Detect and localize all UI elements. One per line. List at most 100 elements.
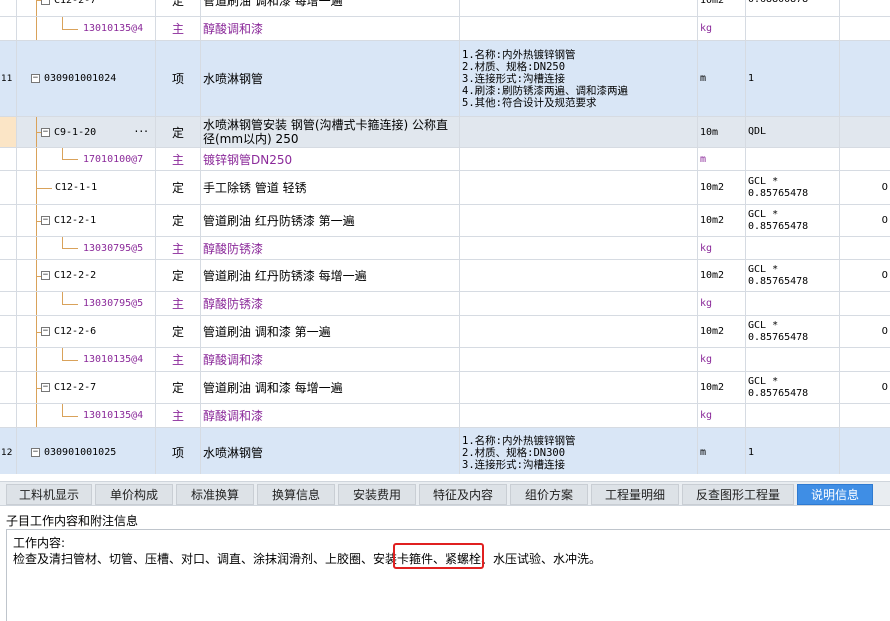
- tab-features[interactable]: 特征及内容: [419, 484, 507, 505]
- item-type: 项: [171, 72, 184, 86]
- feature-cell[interactable]: [460, 316, 698, 347]
- tab-description[interactable]: 说明信息: [797, 484, 873, 505]
- quantity-cell[interactable]: [746, 292, 840, 315]
- collapse-icon[interactable]: −: [41, 127, 50, 137]
- name-cell[interactable]: 醇酸防锈漆: [201, 237, 460, 259]
- quantity-cell[interactable]: [746, 17, 840, 40]
- table-row[interactable]: 13030795@5 主 醇酸防锈漆 kg: [0, 237, 890, 260]
- name-cell[interactable]: 水喷淋钢管: [201, 41, 460, 116]
- name-cell[interactable]: 管道刷油 调和漆 每增一遍: [201, 0, 460, 16]
- tree-line: [62, 237, 63, 248]
- quantity-cell[interactable]: GCL * 0.85765478: [746, 316, 840, 347]
- table-row[interactable]: 13030795@5 主 醇酸防锈漆 kg: [0, 292, 890, 316]
- code-cell[interactable]: 13030795@5: [17, 292, 156, 315]
- name-cell[interactable]: 管道刷油 调和漆 每增一遍: [201, 372, 460, 403]
- table-row[interactable]: 17010100@7 主 镀锌钢管DN250 m: [0, 148, 890, 171]
- tab-quantity-detail[interactable]: 工程量明细: [591, 484, 679, 505]
- name-cell[interactable]: 醇酸调和漆: [201, 404, 460, 427]
- feature-cell[interactable]: [460, 292, 698, 315]
- collapse-icon[interactable]: −: [41, 327, 50, 336]
- name-cell[interactable]: 醇酸调和漆: [201, 17, 460, 40]
- table-row[interactable]: 13010135@4 主 醇酸调和漆 kg: [0, 404, 890, 428]
- collapse-icon[interactable]: −: [41, 216, 50, 225]
- name-cell[interactable]: 醇酸调和漆: [201, 348, 460, 371]
- name-cell[interactable]: 手工除锈 管道 轻锈: [201, 171, 460, 204]
- code-cell[interactable]: − C12-2-1: [17, 205, 156, 236]
- feature-cell[interactable]: [460, 17, 698, 40]
- feature-cell[interactable]: 1.名称:内外热镀锌钢管 2.材质、规格:DN250 3.连接形式:沟槽连接 4.刷漆…: [460, 41, 698, 116]
- code-cell[interactable]: 13010135@4: [17, 348, 156, 371]
- feature-cell[interactable]: 1.名称:内外热镀锌钢管 2.材质、规格:DN300 3.连接形式:沟槽连接: [460, 428, 698, 474]
- feature-cell[interactable]: [460, 348, 698, 371]
- quantity-line: GCL *: [748, 175, 779, 187]
- quantity-cell[interactable]: GCL * 0.85765478: [746, 260, 840, 291]
- code-cell[interactable]: 17010100@7: [17, 148, 156, 170]
- item-name: 管道刷油 调和漆 每增一遍: [203, 381, 343, 395]
- code-cell[interactable]: −C12-2-7: [17, 0, 156, 16]
- collapse-icon[interactable]: −: [31, 448, 40, 457]
- quantity-cell[interactable]: 1: [746, 41, 840, 116]
- feature-cell[interactable]: [460, 260, 698, 291]
- quantity-cell[interactable]: GCL * 0.85765478: [746, 205, 840, 236]
- collapse-icon[interactable]: −: [41, 0, 50, 5]
- tab-unit-price[interactable]: 单价构成: [95, 484, 173, 505]
- quantity-cell[interactable]: 0.68800878: [746, 0, 840, 16]
- code-cell[interactable]: − C12-2-6: [17, 316, 156, 347]
- table-row[interactable]: 11 −030901001024 项 水喷淋钢管 1.名称:内外热镀锌钢管 2.材质、规格…: [0, 41, 890, 117]
- tab-pricing-plan[interactable]: 组价方案: [510, 484, 588, 505]
- name-cell[interactable]: 镀锌钢管DN250: [201, 148, 460, 170]
- quantity-cell[interactable]: [746, 348, 840, 371]
- code-cell[interactable]: 13010135@4: [17, 17, 156, 40]
- collapse-icon[interactable]: −: [31, 74, 40, 83]
- table-row[interactable]: − C12-2-2 定 管道刷油 红丹防锈漆 每增一遍 10m2 GCL * 0.85765…: [0, 260, 890, 292]
- feature-cell[interactable]: [460, 237, 698, 259]
- table-row[interactable]: − C12-2-7 定 管道刷油 调和漆 每增一遍 10m2 GCL * 0.8576547…: [0, 372, 890, 404]
- tree-code: −030901001025: [31, 428, 116, 474]
- tab-reverse-check[interactable]: 反查图形工程量: [682, 484, 794, 505]
- code-cell[interactable]: C12-1-1: [17, 171, 156, 204]
- code-cell[interactable]: − C9-1-20 ···: [17, 117, 156, 147]
- quantity-cell[interactable]: [746, 148, 840, 170]
- quantity-cell[interactable]: QDL: [746, 117, 840, 147]
- table-row[interactable]: − C12-2-1 定 管道刷油 红丹防锈漆 第一遍 10m2 GCL * 0.857654…: [0, 205, 890, 237]
- feature-cell[interactable]: [460, 117, 698, 147]
- feature-cell[interactable]: [460, 404, 698, 427]
- name-cell[interactable]: 管道刷油 红丹防锈漆 第一遍: [201, 205, 460, 236]
- feature-cell[interactable]: [460, 372, 698, 403]
- code-cell[interactable]: 13010135@4: [17, 404, 156, 427]
- table-row[interactable]: 13010135@4 主 醇酸调和漆 kg: [0, 348, 890, 372]
- code-cell[interactable]: −C12-2-7: [17, 372, 156, 403]
- quantity-cell[interactable]: GCL * 0.85765478: [746, 372, 840, 403]
- table-row[interactable]: 12 −030901001025 项 水喷淋钢管 1.名称:内外热镀锌钢管 2.材质、规格…: [0, 428, 890, 474]
- table-row[interactable]: − C12-2-6 定 管道刷油 调和漆 第一遍 10m2 GCL * 0.85765478…: [0, 316, 890, 348]
- quantity-cell[interactable]: [746, 237, 840, 259]
- feature-cell[interactable]: [460, 148, 698, 170]
- table-row[interactable]: 13010135@4 主 醇酸调和漆 kg: [0, 17, 890, 41]
- name-cell[interactable]: 水喷淋钢管安装 钢管(沟槽式卡箍连接) 公称直径(mm以内) 250: [201, 117, 460, 147]
- tab-standard-conversion[interactable]: 标准换算: [176, 484, 254, 505]
- collapse-icon[interactable]: −: [41, 383, 50, 392]
- name-cell[interactable]: 管道刷油 红丹防锈漆 每增一遍: [201, 260, 460, 291]
- tab-conversion-info[interactable]: 换算信息: [257, 484, 335, 505]
- feature-cell[interactable]: [460, 0, 698, 16]
- more-icon[interactable]: ···: [135, 124, 149, 138]
- table-row[interactable]: −C12-2-7 定 管道刷油 调和漆 每增一遍 10m2 0.68800878: [0, 0, 890, 17]
- code-cell[interactable]: − C12-2-2: [17, 260, 156, 291]
- feature-cell[interactable]: [460, 205, 698, 236]
- unit-cell: kg: [698, 17, 746, 40]
- name-cell[interactable]: 水喷淋钢管: [201, 428, 460, 474]
- code-cell[interactable]: −030901001025: [17, 428, 156, 474]
- quantity-cell[interactable]: GCL * 0.85765478: [746, 171, 840, 204]
- table-row[interactable]: − C9-1-20 ··· 定 水喷淋钢管安装 钢管(沟槽式卡箍连接) 公称直径(mm以…: [0, 117, 890, 148]
- code-cell[interactable]: −030901001024: [17, 41, 156, 116]
- table-row[interactable]: C12-1-1 定 手工除锈 管道 轻锈 10m2 GCL * 0.85765478 0: [0, 171, 890, 205]
- tab-material[interactable]: 工料机显示: [6, 484, 92, 505]
- quantity-cell[interactable]: [746, 404, 840, 427]
- code-cell[interactable]: 13030795@5: [17, 237, 156, 259]
- collapse-icon[interactable]: −: [41, 271, 50, 280]
- quantity-cell[interactable]: 1: [746, 428, 840, 474]
- feature-cell[interactable]: [460, 171, 698, 204]
- name-cell[interactable]: 管道刷油 调和漆 第一遍: [201, 316, 460, 347]
- name-cell[interactable]: 醇酸防锈漆: [201, 292, 460, 315]
- tab-install-fee[interactable]: 安装费用: [338, 484, 416, 505]
